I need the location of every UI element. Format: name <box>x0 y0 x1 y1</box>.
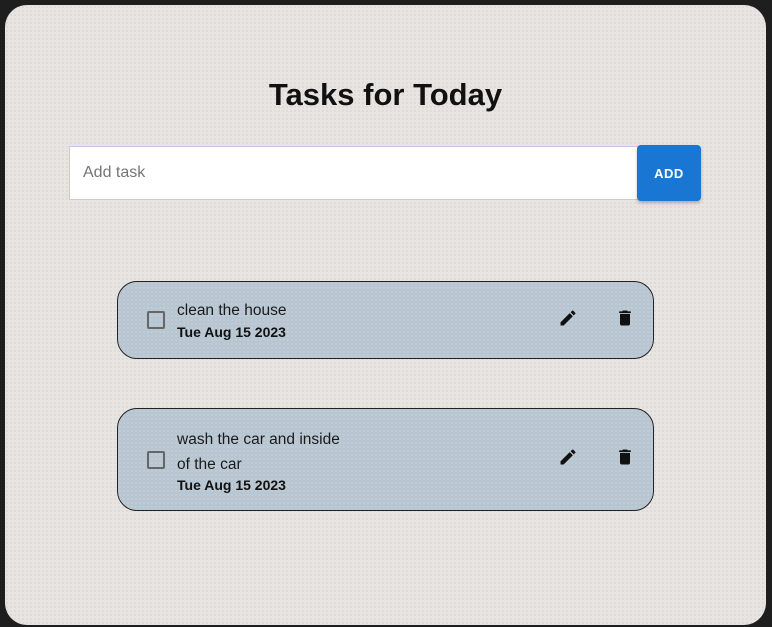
task-date: Tue Aug 15 2023 <box>177 324 286 340</box>
add-task-input[interactable] <box>69 146 638 200</box>
task-item: wash the car and inside of the car Tue A… <box>117 408 654 511</box>
pencil-icon <box>560 310 576 326</box>
task-text: clean the house <box>177 302 287 319</box>
add-button[interactable]: ADD <box>637 145 701 201</box>
pencil-icon <box>560 449 576 465</box>
task-item: clean the house Tue Aug 15 2023 <box>117 281 654 359</box>
task-checkbox[interactable] <box>147 311 165 329</box>
app-window: Tasks for Today ADD clean the house Tue … <box>5 5 766 625</box>
task-list: clean the house Tue Aug 15 2023 wash the… <box>117 281 654 511</box>
task-checkbox[interactable] <box>147 451 165 469</box>
add-task-form: ADD <box>69 145 703 201</box>
delete-button[interactable] <box>613 306 637 330</box>
edit-button[interactable] <box>556 306 580 330</box>
delete-button[interactable] <box>613 445 637 469</box>
page-title: Tasks for Today <box>268 77 503 112</box>
edit-button[interactable] <box>556 445 580 469</box>
trash-icon <box>619 310 631 326</box>
task-date: Tue Aug 15 2023 <box>177 477 286 493</box>
trash-icon <box>619 449 631 465</box>
task-text: wash the car and inside of the car <box>177 431 340 473</box>
